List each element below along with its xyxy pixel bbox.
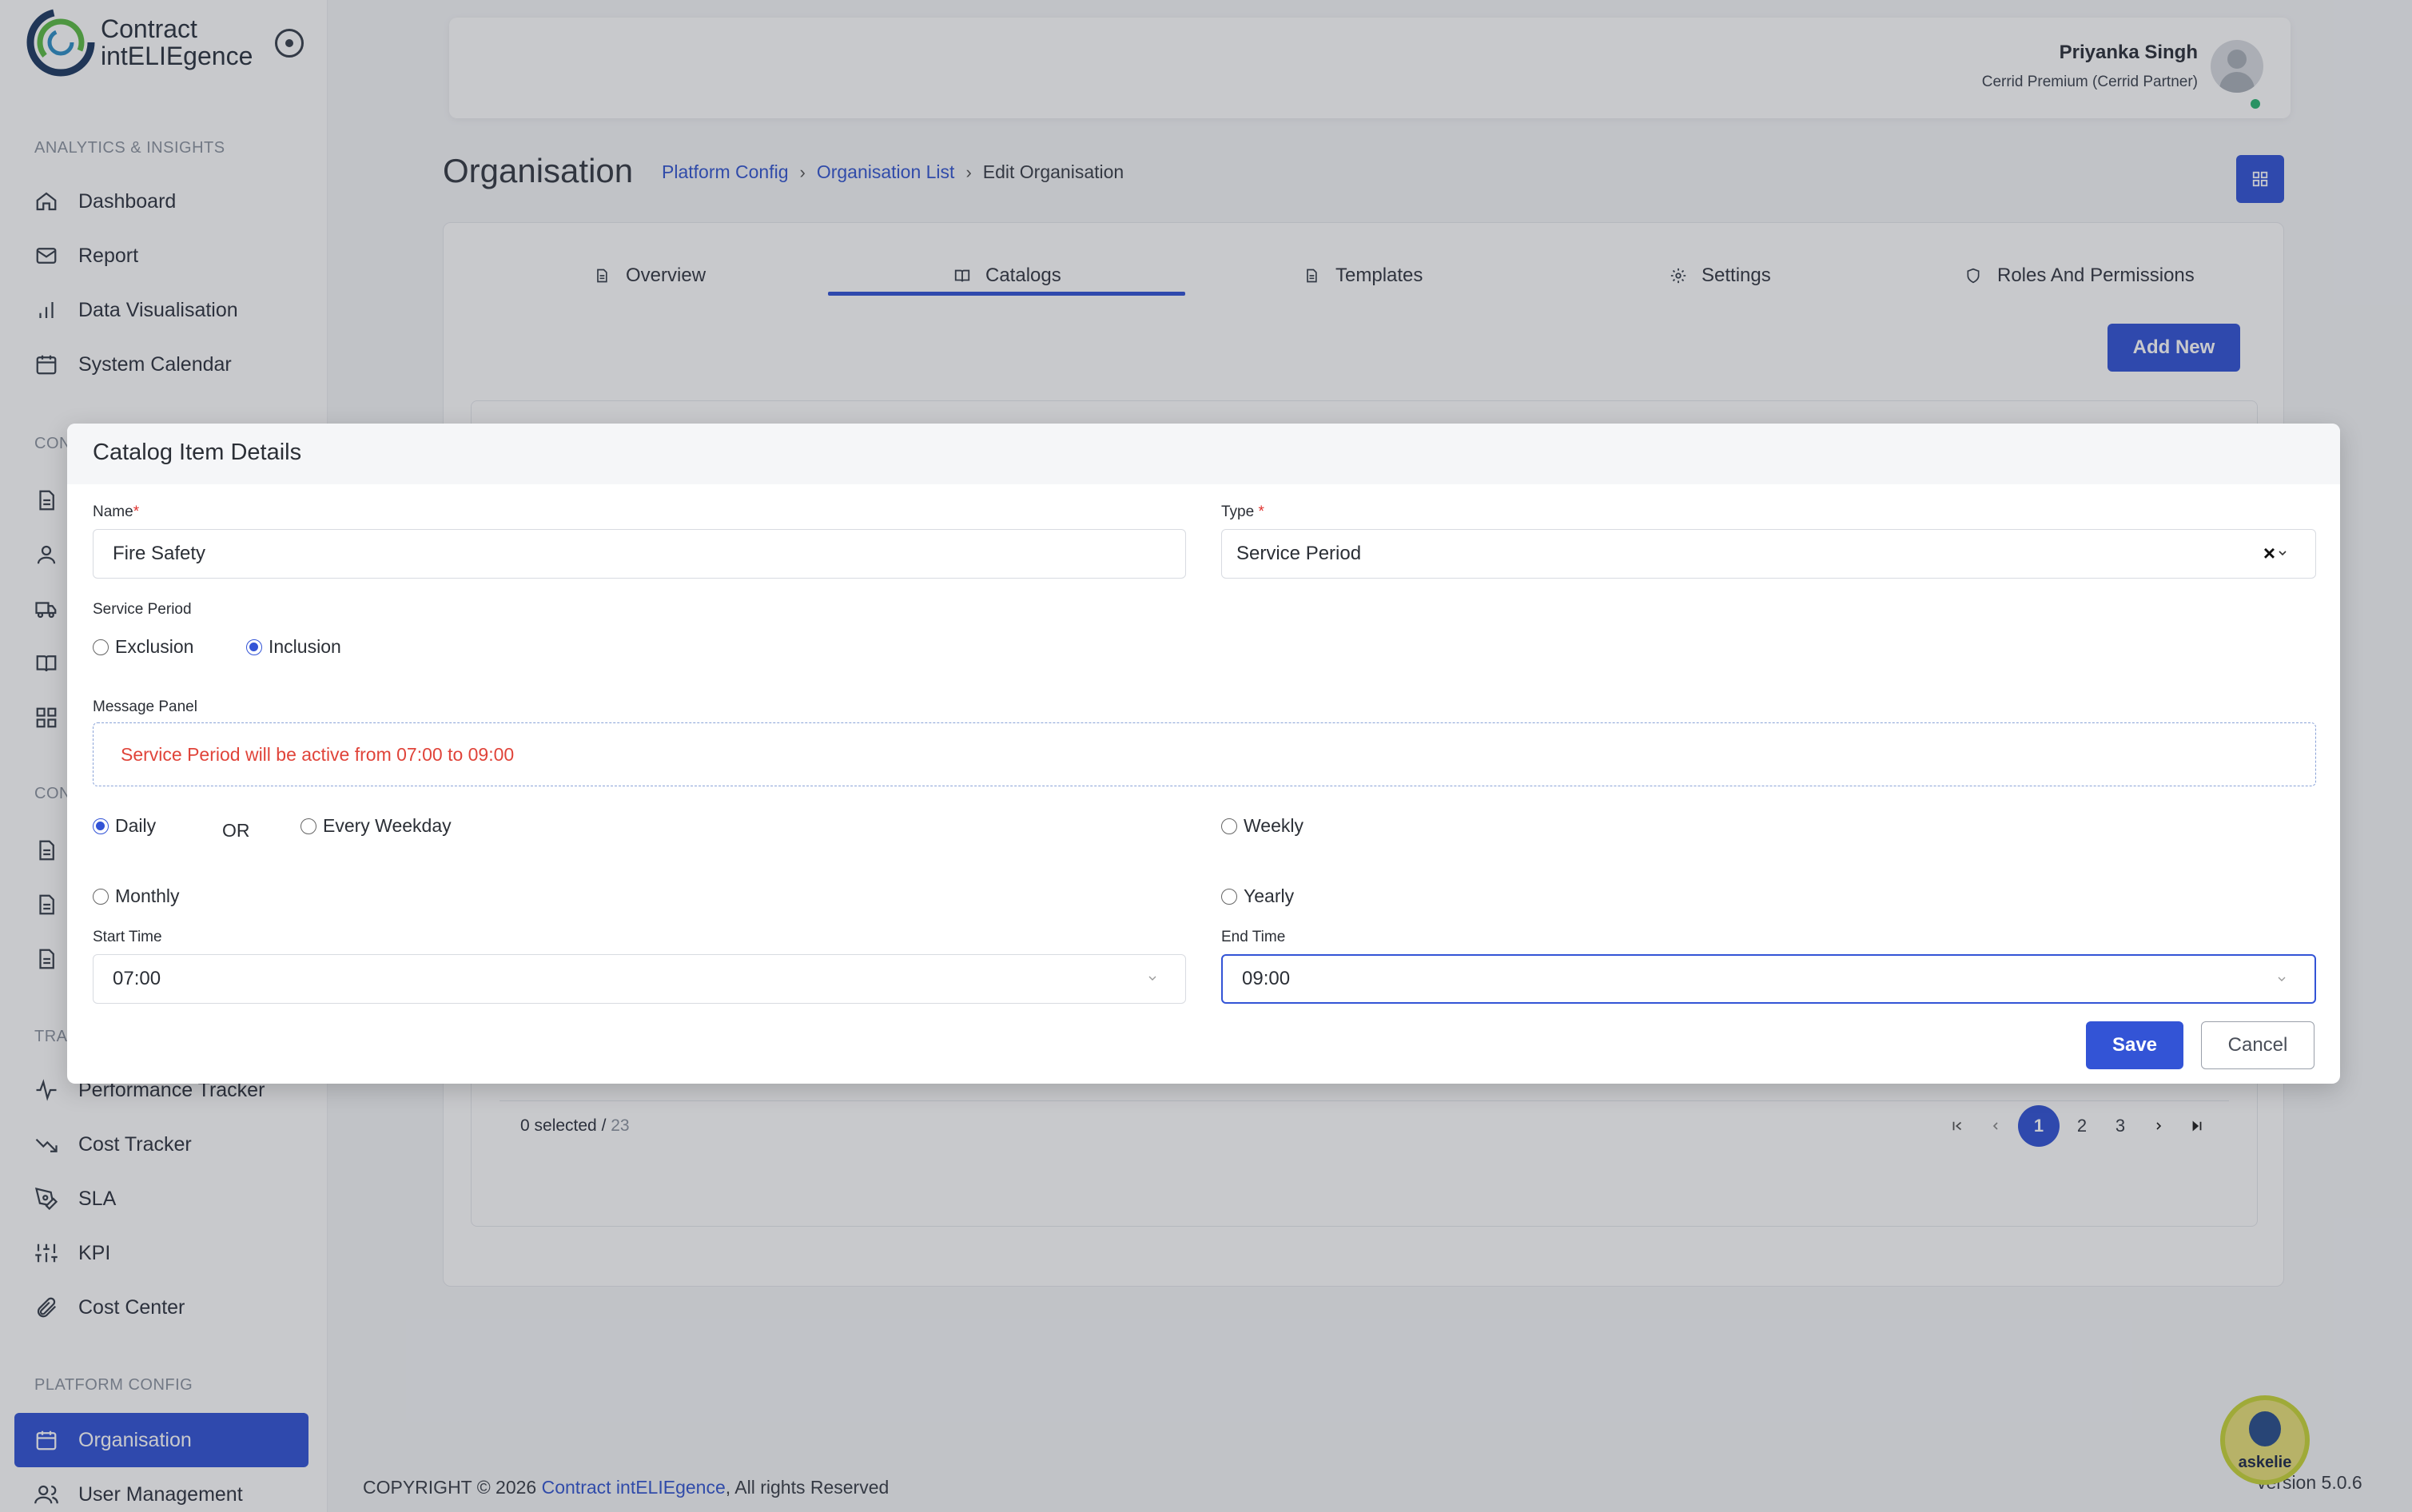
catalog-item-dialog: Catalog Item Details Name* Fire Safety T… bbox=[67, 424, 2340, 1084]
radio-circle bbox=[301, 818, 316, 834]
cancel-button[interactable]: Cancel bbox=[2201, 1021, 2314, 1069]
end-time-select[interactable]: 09:00 bbox=[1221, 954, 2316, 1004]
monthly-label: Monthly bbox=[115, 885, 180, 906]
radio-circle bbox=[93, 818, 109, 834]
radio-circle bbox=[246, 639, 262, 655]
yearly-radio[interactable]: Yearly bbox=[1221, 885, 1294, 907]
inclusion-radio[interactable]: Inclusion bbox=[246, 636, 341, 658]
exclusion-radio[interactable]: Exclusion bbox=[93, 636, 193, 658]
chevron-down-icon[interactable] bbox=[2274, 544, 2291, 562]
required-marker: * bbox=[1258, 503, 1264, 520]
start-time-select[interactable]: 07:00 bbox=[93, 954, 1186, 1004]
exclusion-label: Exclusion bbox=[115, 636, 194, 657]
message-panel: Service Period will be active from 07:00… bbox=[93, 722, 2316, 786]
service-period-label: Service Period bbox=[93, 601, 192, 618]
end-time-value: 09:00 bbox=[1242, 968, 1291, 989]
chevron-down-icon bbox=[2273, 970, 2291, 988]
radio-circle bbox=[1221, 888, 1237, 905]
name-field[interactable]: Fire Safety bbox=[93, 529, 1186, 579]
name-label-text: Name bbox=[93, 503, 133, 520]
every-weekday-radio[interactable]: Every Weekday bbox=[301, 815, 452, 837]
chevron-down-icon bbox=[1144, 969, 1161, 987]
start-time-value: 07:00 bbox=[113, 968, 161, 989]
modal-title: Catalog Item Details bbox=[93, 440, 302, 465]
modal-header: Catalog Item Details bbox=[67, 424, 2340, 484]
radio-circle bbox=[93, 888, 109, 905]
message-panel-label: Message Panel bbox=[93, 698, 197, 715]
message-text: Service Period will be active from 07:00… bbox=[121, 743, 515, 765]
type-label: Type * bbox=[1221, 503, 1264, 521]
daily-label: Daily bbox=[115, 815, 157, 836]
required-marker: * bbox=[133, 503, 140, 520]
weekly-radio[interactable]: Weekly bbox=[1221, 815, 1304, 837]
inclusion-label: Inclusion bbox=[269, 636, 341, 657]
type-select[interactable]: Service Period × bbox=[1221, 529, 2316, 579]
name-label: Name* bbox=[93, 503, 139, 521]
radio-circle bbox=[1221, 818, 1237, 834]
type-value: Service Period bbox=[1236, 543, 1362, 564]
end-time-label: End Time bbox=[1221, 929, 1286, 945]
start-time-label: Start Time bbox=[93, 929, 162, 945]
or-separator: OR bbox=[222, 820, 250, 841]
monthly-radio[interactable]: Monthly bbox=[93, 885, 180, 907]
type-label-text: Type bbox=[1221, 503, 1255, 520]
radio-circle bbox=[93, 639, 109, 655]
every-weekday-label: Every Weekday bbox=[323, 815, 452, 836]
yearly-label: Yearly bbox=[1244, 885, 1295, 906]
weekly-label: Weekly bbox=[1244, 815, 1304, 836]
save-button[interactable]: Save bbox=[2086, 1021, 2183, 1069]
daily-radio[interactable]: Daily bbox=[93, 815, 156, 837]
name-value: Fire Safety bbox=[113, 543, 206, 564]
